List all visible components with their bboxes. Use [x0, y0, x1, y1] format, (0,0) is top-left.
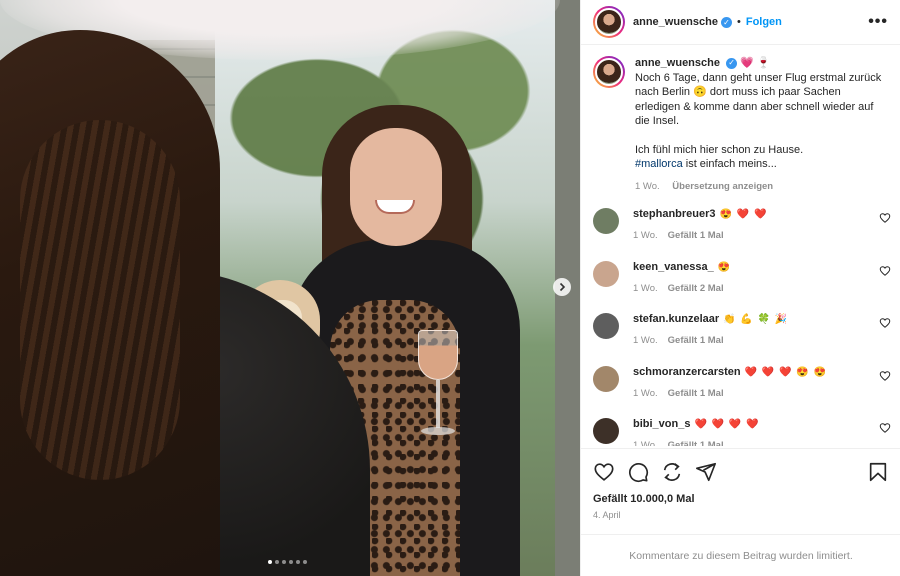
slide-dot: [282, 560, 286, 564]
comment-likes[interactable]: Gefällt 1 Mal: [668, 230, 724, 241]
follow-button[interactable]: Folgen: [746, 16, 782, 28]
heart-icon[interactable]: [593, 461, 615, 483]
comment-text: 😍 ❤️ ❤️: [719, 209, 768, 220]
woman-face: [350, 128, 442, 246]
caption-emojis: 💗 🍷: [740, 57, 771, 69]
post-date: 4. April: [593, 510, 621, 520]
commenter-username[interactable]: stefan.kunzelaar: [633, 313, 719, 325]
post-header: anne_wuensche ✓ • Folgen •••: [581, 0, 900, 45]
verified-badge-icon: ✓: [720, 16, 732, 28]
next-slide-button[interactable]: [553, 278, 571, 296]
chevron-right-icon: [559, 282, 566, 292]
caption-username[interactable]: anne_wuensche: [635, 57, 720, 69]
comment-list: stephanbreuer3 😍 ❤️ ❤️ 1 Wo. Gefällt 1 Mal k…: [581, 204, 900, 446]
commenter-avatar[interactable]: [593, 365, 619, 392]
commenter-avatar[interactable]: [593, 208, 619, 234]
comment-item: stefan.kunzelaar 👏 💪 🍀 🎉 1 Wo. Gefällt 1 Ma…: [581, 309, 900, 362]
comment-text: ❤️ ❤️ ❤️ ❤️: [694, 419, 760, 430]
share-icon[interactable]: [661, 461, 683, 483]
comments-section[interactable]: anne_wuensche ✓ 💗 🍷 Noch 6 Tage, dann ge…: [581, 46, 900, 446]
comment-like-heart-icon[interactable]: [879, 317, 891, 329]
comment-likes[interactable]: Gefällt 2 Mal: [668, 283, 724, 294]
comment-text: 👏 💪 🍀 🎉: [723, 314, 789, 325]
comment-like-heart-icon[interactable]: [879, 265, 891, 277]
post-media[interactable]: [0, 0, 580, 576]
comment-item: keen_vanessa_ 😍 1 Wo. Gefällt 2 Mal: [581, 257, 900, 310]
header-separator: •: [736, 16, 741, 28]
comment-text: ❤️ ❤️ ❤️ 😍 😍: [744, 366, 827, 378]
commenter-username[interactable]: bibi_von_s: [633, 418, 690, 430]
comment-likes[interactable]: Gefällt 1 Mal: [668, 335, 724, 346]
comment-item: schmoranzercarsten ❤️ ❤️ ❤️ 😍 😍 1 Wo. Gefäl…: [581, 362, 900, 415]
slide-dot: [296, 560, 300, 564]
commenter-avatar[interactable]: [593, 418, 619, 444]
slide-dot: [303, 560, 307, 564]
comment-icon[interactable]: [627, 461, 649, 483]
comment-text: 😍: [717, 261, 732, 273]
comment-like-heart-icon[interactable]: [879, 370, 891, 382]
comment-time: 1 Wo.: [633, 335, 658, 346]
comment-likes[interactable]: Gefällt 1 Mal: [668, 388, 724, 399]
wine-glass: [418, 330, 458, 380]
more-options-icon[interactable]: •••: [868, 13, 888, 31]
comment-time: 1 Wo.: [633, 387, 658, 399]
comment-item: stephanbreuer3 😍 ❤️ ❤️ 1 Wo. Gefällt 1 Mal: [581, 204, 900, 257]
slide-indicator: [268, 560, 307, 564]
translate-button[interactable]: Übersetzung anzeigen: [672, 181, 773, 192]
commenter-username[interactable]: keen_vanessa_: [633, 261, 714, 273]
commenter-avatar[interactable]: [593, 313, 619, 339]
slide-dot: [275, 560, 279, 564]
slide-dot: [289, 560, 293, 564]
likes-count[interactable]: Gefällt 10.000,0 Mal: [593, 493, 889, 505]
post-sidebar: anne_wuensche ✓ • Folgen ••• anne_wuensc…: [580, 0, 900, 576]
foreground-hair-strands: [20, 120, 180, 480]
comment-item: bibi_von_s ❤️ ❤️ ❤️ ❤️ 1 Wo. Gefällt 1 Mal: [581, 414, 900, 446]
caption-time: 1 Wo.: [635, 180, 660, 192]
comments-limited-notice: Kommentare zu diesem Beitrag wurden limi…: [581, 534, 900, 576]
wine-glass-foot: [421, 427, 455, 435]
comment-time: 1 Wo.: [633, 282, 658, 294]
slide-dot-active: [268, 560, 272, 564]
comment-like-heart-icon[interactable]: [879, 212, 891, 224]
commenter-username[interactable]: schmoranzercarsten: [633, 366, 741, 378]
send-icon[interactable]: [695, 461, 717, 483]
hashtag-link[interactable]: #mallorca: [635, 158, 683, 170]
author-avatar[interactable]: [593, 6, 625, 38]
comment-like-heart-icon[interactable]: [879, 422, 891, 434]
wine-glass-stem: [436, 380, 440, 428]
comment-time: 1 Wo.: [633, 230, 658, 241]
comment-time: 1 Wo.: [633, 440, 658, 446]
caption-text-2: Ich fühl mich hier schon zu Hause.: [635, 143, 804, 156]
commenter-avatar[interactable]: [593, 260, 619, 287]
caption-author-avatar[interactable]: [593, 56, 625, 88]
post-actions: Gefällt 10.000,0 Mal 4. April: [581, 448, 900, 520]
comment-likes[interactable]: Gefällt 1 Mal: [668, 440, 724, 446]
post-caption: anne_wuensche ✓ 💗 🍷 Noch 6 Tage, dann ge…: [581, 46, 900, 204]
commenter-username[interactable]: stephanbreuer3: [633, 208, 716, 220]
caption-text-1: Noch 6 Tage, dann geht unser Flug erstma…: [635, 71, 882, 128]
caption-text-3: ist einfach meins...: [682, 158, 777, 170]
author-username[interactable]: anne_wuensche: [633, 16, 718, 28]
verified-badge-icon: ✓: [726, 57, 738, 69]
bookmark-icon[interactable]: [867, 461, 889, 483]
